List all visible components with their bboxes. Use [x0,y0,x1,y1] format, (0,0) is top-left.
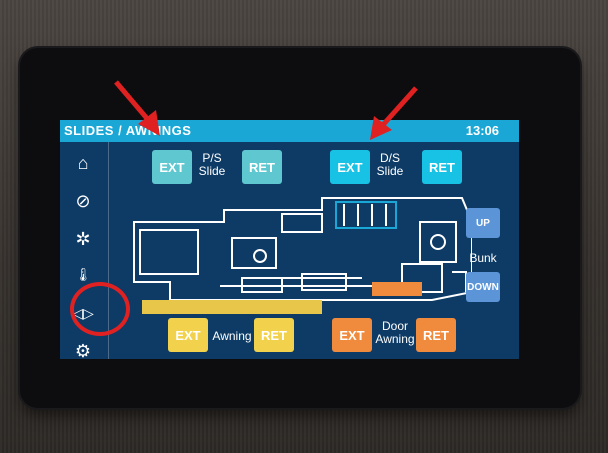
clock: 13:06 [465,123,499,138]
fan-icon[interactable]: ⊘ [72,190,94,212]
light-bulb-icon[interactable]: ✲ [72,228,94,250]
gear-icon[interactable]: ⚙ [72,340,94,359]
ds-slide-ret-button[interactable]: RET [422,150,462,184]
ps-slide-ret-button[interactable]: RET [242,150,282,184]
red-arrow-annotation-ds [370,86,418,140]
door-awning-ret-button[interactable]: RET [416,318,456,352]
bunk-label: Bunk [469,251,497,265]
ds-slide-label: D/S Slide [375,152,405,178]
door-awning-ext-button[interactable]: EXT [332,318,372,352]
red-circle-annotation [70,282,130,336]
ps-slide-label: P/S Slide [197,152,227,178]
ds-slide-ext-button[interactable]: EXT [330,150,370,184]
awning-ext-button[interactable]: EXT [168,318,208,352]
touch-screen: SLIDES / AWNINGS 13:06 ⌂ ⊘ ✲ 🌡 ◁▷ ⚙ EXT … [60,120,519,359]
awning-label: Awning [212,329,252,343]
awning-ret-button[interactable]: RET [254,318,294,352]
rv-floor-plan [133,197,472,314]
red-arrow-annotation-ps [114,80,160,136]
door-awning-label-line2: Awning [375,332,415,346]
ds-slide-label-line2: Slide [376,164,404,178]
ps-slide-label-line2: Slide [198,164,226,178]
bunk-up-button[interactable]: UP [466,208,500,238]
bunk-down-button[interactable]: DOWN [466,272,500,302]
home-icon[interactable]: ⌂ [72,152,94,174]
door-awning-label: Door Awning [374,320,416,346]
ps-slide-ext-button[interactable]: EXT [152,150,192,184]
